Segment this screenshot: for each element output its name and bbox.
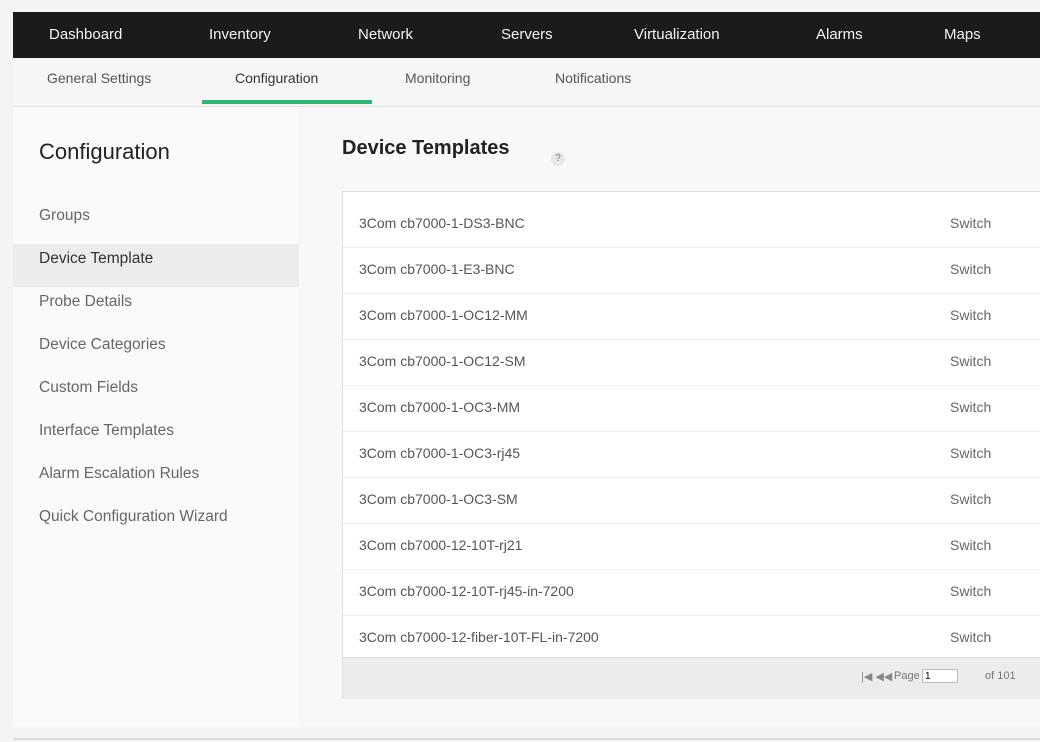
sidebar-item-quick-configuration-wizard[interactable]: Quick Configuration Wizard — [13, 502, 299, 545]
template-type: Switch — [950, 353, 992, 369]
sidebar-title: Configuration — [39, 139, 170, 164]
template-name[interactable]: 3Com cb7000-1-OC3-MM — [359, 399, 520, 415]
page-total: of 101 — [985, 670, 1016, 682]
main-content: Device Templates ? 3Com cb7000-1-DS3-BNC… — [299, 107, 1040, 727]
page-label: Page — [894, 670, 920, 682]
template-name[interactable]: 3Com cb7000-1-OC12-MM — [359, 307, 528, 323]
active-tab-indicator — [202, 100, 372, 104]
template-name[interactable]: 3Com cb7000-12-fiber-10T-FL-in-7200 — [359, 629, 599, 645]
sidebar-item-probe-details[interactable]: Probe Details — [13, 287, 299, 330]
nav-network[interactable]: Network — [358, 26, 413, 43]
first-prev-page-icon[interactable]: |◀ ◀◀ — [861, 670, 892, 683]
template-name[interactable]: 3Com cb7000-12-10T-rj45-in-7200 — [359, 583, 574, 599]
table-row[interactable]: 3Com cb7000-12-10T-rj21 Switch — [343, 524, 1040, 570]
template-name[interactable]: 3Com cb7000-1-E3-BNC — [359, 261, 515, 277]
table-row[interactable]: 3Com cb7000-1-OC3-MM Switch — [343, 386, 1040, 432]
template-name[interactable]: 3Com cb7000-1-OC12-SM — [359, 353, 526, 369]
template-name[interactable]: 3Com cb7000-1-OC3-rj45 — [359, 445, 520, 461]
page-title: Device Templates — [342, 137, 510, 159]
nav-maps[interactable]: Maps — [944, 26, 981, 43]
sidebar-item-interface-templates[interactable]: Interface Templates — [13, 416, 299, 459]
tab-notifications[interactable]: Notifications — [555, 70, 631, 86]
table-row[interactable]: 3Com cb7000-1-DS3-BNC Switch — [343, 202, 1040, 248]
template-name[interactable]: 3Com cb7000-1-OC3-SM — [359, 491, 518, 507]
nav-dashboard[interactable]: Dashboard — [49, 26, 122, 43]
tab-general-settings[interactable]: General Settings — [47, 70, 151, 86]
template-type: Switch — [950, 537, 992, 553]
template-type: Switch — [950, 307, 992, 323]
sidebar-item-device-categories[interactable]: Device Categories — [13, 330, 299, 373]
sidebar: Configuration Groups Device Template Pro… — [13, 107, 299, 727]
sidebar-item-groups[interactable]: Groups — [13, 201, 299, 244]
template-name[interactable]: 3Com cb7000-12-10T-rj21 — [359, 537, 522, 553]
top-navigation: Dashboard Inventory Network Servers Virt… — [13, 12, 1040, 58]
page-number-input[interactable] — [922, 669, 958, 683]
sidebar-item-device-template[interactable]: Device Template — [13, 244, 299, 287]
template-type: Switch — [950, 261, 992, 277]
nav-inventory[interactable]: Inventory — [209, 26, 271, 43]
nav-alarms[interactable]: Alarms — [816, 26, 863, 43]
table-row[interactable]: 3Com cb7000-12-10T-rj45-in-7200 Switch — [343, 570, 1040, 616]
table-row[interactable]: 3Com cb7000-1-E3-BNC Switch — [343, 248, 1040, 294]
tab-monitoring[interactable]: Monitoring — [405, 70, 470, 86]
template-type: Switch — [950, 583, 992, 599]
sidebar-nav: Groups Device Template Probe Details Dev… — [13, 201, 299, 545]
app-frame: Dashboard Inventory Network Servers Virt… — [13, 12, 1040, 742]
table-row[interactable]: 3Com cb7000-12-fiber-10T-FL-in-7200 Swit… — [343, 616, 1040, 661]
table-row[interactable]: 3Com cb7000-1-OC12-MM Switch — [343, 294, 1040, 340]
table-row[interactable]: 3Com cb7000-1-OC3-rj45 Switch — [343, 432, 1040, 478]
bottom-divider — [13, 738, 1040, 740]
table-row[interactable]: 3Com cb7000-1-OC3-SM Switch — [343, 478, 1040, 524]
sidebar-item-custom-fields[interactable]: Custom Fields — [13, 373, 299, 416]
template-name[interactable]: 3Com cb7000-1-DS3-BNC — [359, 215, 525, 231]
tab-configuration[interactable]: Configuration — [235, 70, 318, 86]
nav-servers[interactable]: Servers — [501, 26, 553, 43]
sub-navigation: General Settings Configuration Monitorin… — [13, 58, 1040, 107]
template-type: Switch — [950, 215, 992, 231]
template-type: Switch — [950, 399, 992, 415]
pagination-bar: |◀ ◀◀ Page of 101 — [343, 657, 1040, 699]
template-type: Switch — [950, 629, 992, 645]
sidebar-item-alarm-escalation-rules[interactable]: Alarm Escalation Rules — [13, 459, 299, 502]
table-row[interactable]: 3Com cb7000-1-OC12-SM Switch — [343, 340, 1040, 386]
nav-virtualization[interactable]: Virtualization — [634, 26, 720, 43]
help-icon[interactable]: ? — [551, 152, 565, 166]
template-type: Switch — [950, 491, 992, 507]
device-templates-table: 3Com cb7000-1-DS3-BNC Switch 3Com cb7000… — [342, 191, 1040, 699]
template-type: Switch — [950, 445, 992, 461]
